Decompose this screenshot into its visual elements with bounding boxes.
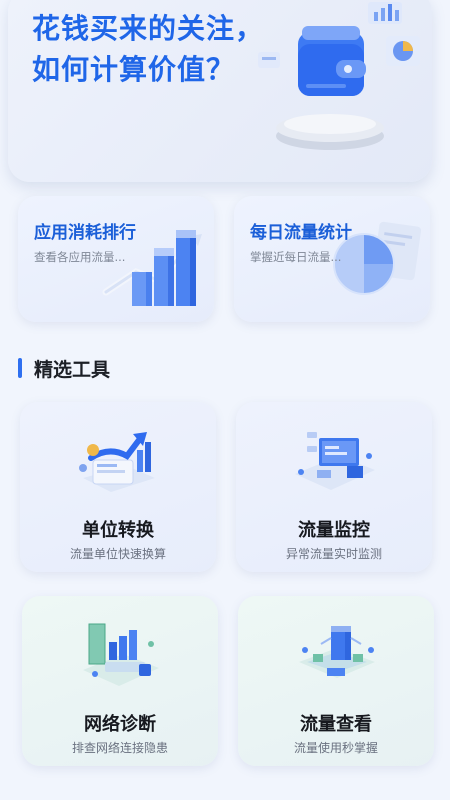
tool-unit-conversion[interactable]: 单位转换 流量单位快速换算 xyxy=(20,402,216,572)
tool-subtitle: 排查网络连接隐患 xyxy=(71,741,168,755)
tool-subtitle: 流量使用秒掌握 xyxy=(293,741,378,755)
tool-subtitle: 流量单位快速换算 xyxy=(69,547,166,561)
traffic-view-icon xyxy=(299,626,375,678)
section-accent-bar xyxy=(18,358,22,378)
network-diagnosis-icon xyxy=(83,623,159,686)
daily-traffic-stats-card[interactable]: 每日流量统计 掌握近每日流量... xyxy=(234,196,430,322)
unit-conversion-icon xyxy=(79,432,155,492)
card-subtitle: 查看各应用流量... xyxy=(34,250,126,264)
tool-title: 单位转换 xyxy=(82,520,154,541)
tool-title: 流量监控 xyxy=(298,520,370,541)
section-header: 精选工具 xyxy=(18,355,110,381)
card-title: 应用消耗排行 xyxy=(34,223,136,243)
tool-subtitle: 异常流量实时监测 xyxy=(285,547,382,561)
tool-traffic-monitor[interactable]: 流量监控 异常流量实时监测 xyxy=(236,402,432,572)
card-subtitle: 掌握近每日流量... xyxy=(250,250,342,264)
app-consumption-ranking-card[interactable]: 应用消耗排行 查看各应用流量... xyxy=(18,196,214,322)
tool-title: 网络诊断 xyxy=(84,714,156,735)
tool-network-diagnosis[interactable]: 网络诊断 排查网络连接隐患 xyxy=(22,596,218,766)
tool-title: 流量查看 xyxy=(300,714,372,735)
hero-title-line2: 如何计算价值？ xyxy=(32,53,236,86)
traffic-monitor-icon xyxy=(295,432,375,490)
tool-traffic-view[interactable]: 流量查看 流量使用秒掌握 xyxy=(238,596,434,766)
hero-banner[interactable]: 花钱买来的关注， 如何计算价值？ xyxy=(8,0,432,182)
wallet-illustration-icon xyxy=(258,2,420,150)
hero-title-line1: 花钱买来的关注， xyxy=(32,12,265,45)
card-title: 每日流量统计 xyxy=(250,223,352,243)
hero-title: 花钱买来的关注， 如何计算价值？ xyxy=(32,8,292,90)
section-title: 精选工具 xyxy=(34,358,111,381)
